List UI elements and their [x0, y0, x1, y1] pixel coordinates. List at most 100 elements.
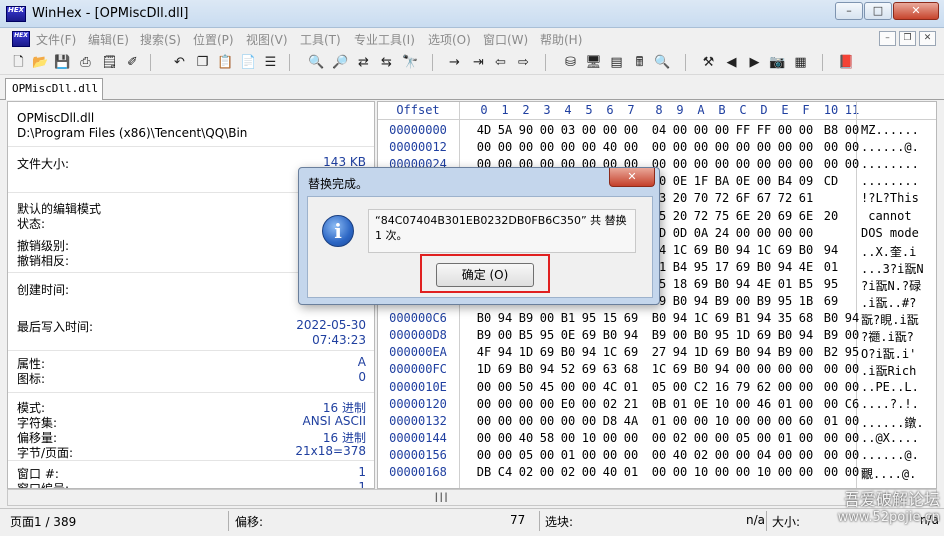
- hex-byte[interactable]: 0E: [670, 174, 690, 188]
- hex-byte[interactable]: 0A: [691, 226, 711, 240]
- hex-byte[interactable]: DB: [474, 465, 494, 479]
- properties-icon[interactable]: 🗒: [101, 54, 118, 71]
- row-ascii[interactable]: !?L?This: [861, 191, 933, 205]
- hex-byte[interactable]: 95: [821, 277, 841, 291]
- hex-byte[interactable]: 00: [712, 140, 732, 154]
- hex-byte[interactable]: 95: [842, 345, 862, 359]
- hex-byte[interactable]: 02: [600, 397, 620, 411]
- hex-byte[interactable]: 04: [754, 448, 774, 462]
- hex-byte[interactable]: 0E: [733, 174, 753, 188]
- hex-byte[interactable]: 00: [474, 448, 494, 462]
- hex-byte[interactable]: 00: [733, 294, 753, 308]
- hex-byte[interactable]: 0E: [691, 397, 711, 411]
- hex-byte[interactable]: 00: [796, 465, 816, 479]
- hex-byte[interactable]: 01: [775, 431, 795, 445]
- hex-byte[interactable]: C6: [842, 397, 862, 411]
- menu-specialist-tools[interactable]: 专业工具(I): [354, 31, 415, 48]
- hex-byte[interactable]: 00: [796, 157, 816, 171]
- hex-byte[interactable]: 00: [558, 414, 578, 428]
- hex-byte[interactable]: 00: [754, 157, 774, 171]
- horizontal-scrollbar[interactable]: ┃┃┃: [7, 489, 937, 506]
- row-ascii[interactable]: ......鐓.: [861, 414, 933, 431]
- undo-icon[interactable]: ↶: [171, 54, 188, 71]
- hex-byte[interactable]: 40: [670, 448, 690, 462]
- forward-icon[interactable]: ⇨: [515, 54, 532, 71]
- hex-byte[interactable]: 20: [670, 209, 690, 223]
- hex-byte[interactable]: 69: [495, 362, 515, 376]
- hex-byte[interactable]: 6E: [796, 209, 816, 223]
- hex-byte[interactable]: 00: [537, 414, 557, 428]
- hex-byte[interactable]: 94: [670, 311, 690, 325]
- hex-byte[interactable]: 00: [712, 123, 732, 137]
- hex-byte[interactable]: 01: [821, 260, 841, 274]
- hex-byte[interactable]: B0: [691, 328, 711, 342]
- row-ascii[interactable]: DOS mode: [861, 226, 933, 240]
- hex-byte[interactable]: 00: [775, 448, 795, 462]
- hex-byte[interactable]: 1D: [516, 345, 536, 359]
- hex-byte[interactable]: 94: [495, 311, 515, 325]
- hex-byte[interactable]: 00: [796, 362, 816, 376]
- hex-byte[interactable]: 00: [733, 140, 753, 154]
- hex-byte[interactable]: 00: [796, 140, 816, 154]
- hex-byte[interactable]: 16: [712, 380, 732, 394]
- hex-byte[interactable]: 05: [649, 380, 669, 394]
- hex-byte[interactable]: B0: [600, 328, 620, 342]
- hex-byte[interactable]: 00: [495, 140, 515, 154]
- hex-byte[interactable]: B0: [691, 362, 711, 376]
- hex-byte[interactable]: 00: [821, 448, 841, 462]
- hex-byte[interactable]: 95: [712, 328, 732, 342]
- hex-byte[interactable]: 0B: [649, 397, 669, 411]
- hex-byte[interactable]: 68: [796, 311, 816, 325]
- hex-byte[interactable]: 69: [775, 209, 795, 223]
- row-ascii[interactable]: ..X.奎.i: [861, 243, 933, 260]
- hex-byte[interactable]: 00: [558, 380, 578, 394]
- mdi-minimize-button[interactable]: –: [879, 31, 896, 46]
- previous-icon[interactable]: ◀: [723, 54, 740, 71]
- hex-byte[interactable]: B9: [712, 294, 732, 308]
- hex-byte[interactable]: 4A: [621, 414, 641, 428]
- hex-byte[interactable]: 00: [600, 431, 620, 445]
- replace-text-icon[interactable]: ⇄: [355, 54, 372, 71]
- hex-byte[interactable]: 00: [842, 362, 862, 376]
- hex-byte[interactable]: 27: [649, 345, 669, 359]
- hex-row[interactable]: 0000010E 00 00 50 45 00 00 4C 01 05 00 C2 16 79 62 00 00…: [378, 379, 936, 396]
- hex-byte[interactable]: B0: [821, 311, 841, 325]
- hex-byte[interactable]: B0: [733, 345, 753, 359]
- hex-byte[interactable]: 94: [796, 328, 816, 342]
- hex-byte[interactable]: B0: [516, 362, 536, 376]
- hex-byte[interactable]: 69: [775, 243, 795, 257]
- hex-byte[interactable]: 63: [600, 362, 620, 376]
- dialog-close-button[interactable]: ✕: [609, 168, 655, 187]
- row-ascii[interactable]: ?禵.i翫?: [861, 328, 933, 345]
- hex-byte[interactable]: 00: [821, 431, 841, 445]
- hex-byte[interactable]: 69: [621, 345, 641, 359]
- paste-special-icon[interactable]: 📄: [240, 54, 257, 71]
- menu-help[interactable]: 帮助(H): [540, 31, 582, 48]
- hex-byte[interactable]: 69: [754, 328, 774, 342]
- hex-byte[interactable]: B0: [474, 311, 494, 325]
- hex-byte[interactable]: C4: [495, 465, 515, 479]
- hex-byte[interactable]: 00: [712, 448, 732, 462]
- disk-editor-icon[interactable]: ⛁: [562, 54, 579, 71]
- copy-icon[interactable]: ❐: [194, 54, 211, 71]
- hex-byte[interactable]: 00: [579, 380, 599, 394]
- hex-byte[interactable]: 10: [691, 465, 711, 479]
- hex-byte[interactable]: 00: [775, 157, 795, 171]
- hex-row[interactable]: 00000132 00 00 00 00 00 00 D8 4A 01 00 00 10 00 00 00 60…: [378, 413, 936, 430]
- hex-byte[interactable]: 00: [649, 448, 669, 462]
- hex-byte[interactable]: 02: [558, 465, 578, 479]
- hex-byte[interactable]: 00: [516, 140, 536, 154]
- hex-byte[interactable]: D8: [600, 414, 620, 428]
- hex-byte[interactable]: 05: [516, 448, 536, 462]
- tools-icon[interactable]: ⚒: [700, 54, 717, 71]
- hex-byte[interactable]: 00: [796, 397, 816, 411]
- hex-byte[interactable]: 94: [579, 345, 599, 359]
- hex-byte[interactable]: 69: [537, 345, 557, 359]
- hex-byte[interactable]: 01: [621, 465, 641, 479]
- close-button[interactable]: ✕: [893, 2, 939, 20]
- hex-byte[interactable]: 00: [691, 123, 711, 137]
- hex-byte[interactable]: 02: [516, 465, 536, 479]
- hex-byte[interactable]: 40: [516, 431, 536, 445]
- hex-byte[interactable]: B1: [558, 311, 578, 325]
- hex-byte[interactable]: 00: [691, 157, 711, 171]
